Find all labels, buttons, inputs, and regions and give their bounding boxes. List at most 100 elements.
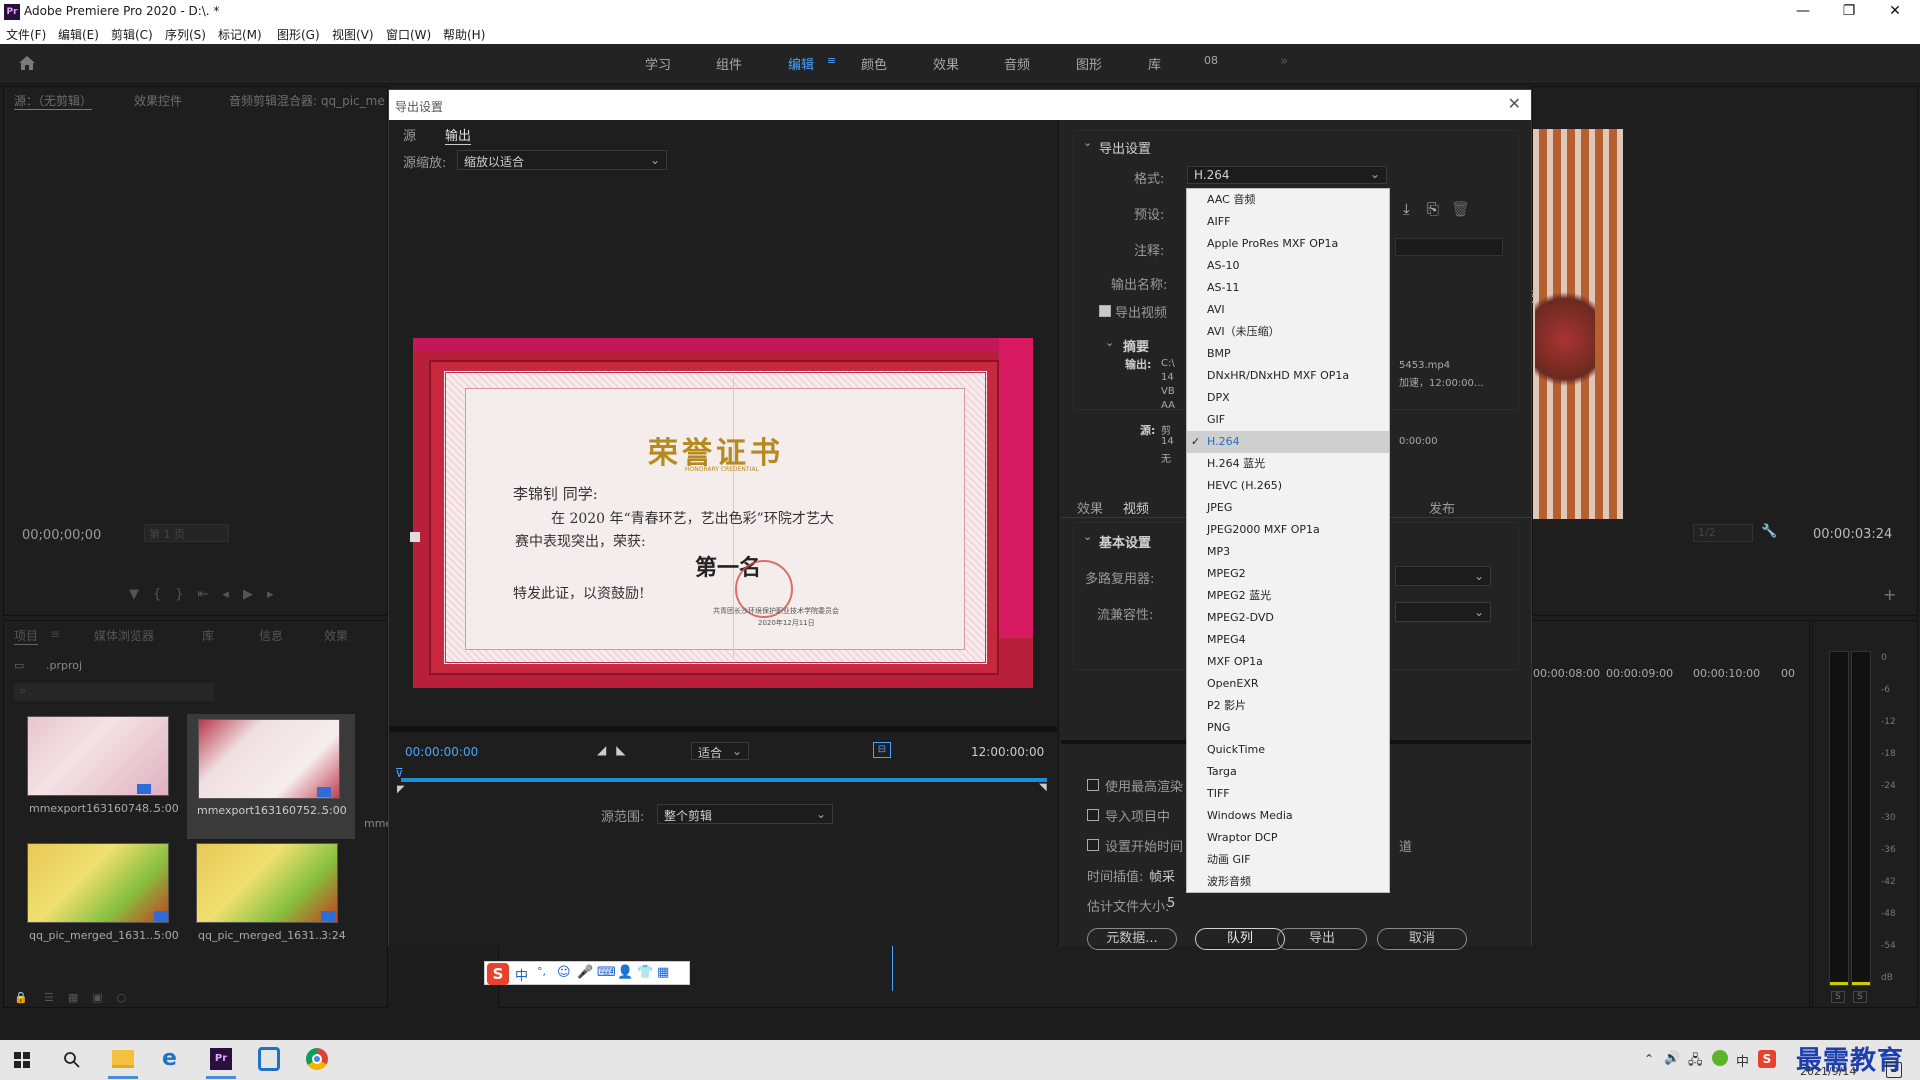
- comment-input[interactable]: [1395, 238, 1503, 256]
- chrome-icon[interactable]: [306, 1048, 328, 1070]
- project-search-input[interactable]: ⌕: [14, 683, 214, 701]
- format-dropdown[interactable]: H.264 ⌄: [1187, 166, 1387, 184]
- multiplexer-dropdown[interactable]: ⌄: [1395, 566, 1491, 586]
- wrench-icon[interactable]: 🔧: [1761, 524, 1777, 539]
- tab-dialog-output[interactable]: 输出: [445, 125, 472, 145]
- playhead[interactable]: [892, 946, 893, 991]
- toolbox-icon[interactable]: ▦: [657, 965, 669, 980]
- range-start-handle[interactable]: ⊽: [395, 766, 404, 780]
- chevron-down-icon[interactable]: ⌄: [1083, 136, 1092, 149]
- use-max-render-checkbox[interactable]: [1087, 779, 1099, 791]
- microphone-icon[interactable]: 🎤: [577, 965, 593, 980]
- close-window-button[interactable]: ✕: [1872, 0, 1918, 24]
- tab-info[interactable]: 信息: [259, 627, 283, 644]
- format-option-as10[interactable]: AS-10: [1187, 255, 1389, 277]
- tab-project[interactable]: 项目: [14, 627, 39, 645]
- search-icon[interactable]: [64, 1052, 80, 1068]
- queue-button[interactable]: 队列: [1195, 928, 1285, 950]
- format-option-mxf-op1a[interactable]: MXF OP1a: [1187, 651, 1389, 673]
- tab-dialog-source[interactable]: 源: [403, 125, 416, 144]
- workspace-effects[interactable]: 效果: [933, 54, 959, 73]
- format-option-avi[interactable]: AVI: [1187, 299, 1389, 321]
- tab-media-browser[interactable]: 媒体浏览器: [94, 627, 154, 644]
- delete-preset-icon[interactable]: 🗑: [1451, 200, 1470, 218]
- time-interp-value[interactable]: 帧采: [1149, 866, 1175, 885]
- format-option-openexr[interactable]: OpenEXR: [1187, 673, 1389, 695]
- format-option-aac[interactable]: AAC 音频: [1187, 189, 1389, 211]
- format-option-as11[interactable]: AS-11: [1187, 277, 1389, 299]
- clip-item[interactable]: mmexport163160748... 5:00: [24, 716, 179, 826]
- format-option-h264[interactable]: ✓ H.264: [1187, 431, 1389, 453]
- export-in-timecode[interactable]: 00:00:00:00: [405, 745, 478, 759]
- menu-file[interactable]: 文件(F): [6, 26, 46, 43]
- aspect-ratio-icon[interactable]: ⊟: [873, 742, 891, 758]
- menu-marker[interactable]: 标记(M): [218, 26, 262, 43]
- clip-item-selected[interactable]: mmexport163160752... 5:00: [187, 714, 355, 839]
- set-start-timecode-checkbox[interactable]: [1087, 839, 1099, 851]
- menu-edit[interactable]: 编辑(E): [58, 26, 99, 43]
- workspace-08[interactable]: 08: [1204, 54, 1218, 67]
- tab-video[interactable]: 视频: [1123, 498, 1149, 517]
- range-end-handle[interactable]: ◥: [1039, 782, 1047, 793]
- page-dropdown[interactable]: 第 1 页: [144, 524, 229, 542]
- volume-icon[interactable]: 🔊: [1664, 1051, 1680, 1066]
- premiere-taskbar-icon[interactable]: Pr: [210, 1048, 232, 1070]
- format-option-dpx[interactable]: DPX: [1187, 387, 1389, 409]
- program-timecode[interactable]: 00:00:03:24: [1813, 527, 1892, 542]
- tab-audio-clip-mixer[interactable]: 音频剪辑混合器: qq_pic_me: [229, 92, 385, 109]
- workspace-graphics[interactable]: 图形: [1076, 54, 1102, 73]
- tab-effects[interactable]: 效果: [324, 627, 348, 644]
- menu-help[interactable]: 帮助(H): [443, 26, 485, 43]
- tab-publish[interactable]: 发布: [1429, 498, 1455, 517]
- format-option-wraptor-dcp[interactable]: Wraptor DCP: [1187, 827, 1389, 849]
- stream-compat-dropdown[interactable]: ⌄: [1395, 602, 1491, 622]
- format-option-mpeg2[interactable]: MPEG2: [1187, 563, 1389, 585]
- format-option-quicktime[interactable]: QuickTime: [1187, 739, 1389, 761]
- network-icon[interactable]: 🖧: [1688, 1051, 1703, 1073]
- format-option-hevc[interactable]: HEVC (H.265): [1187, 475, 1389, 497]
- tab-libraries[interactable]: 库: [202, 627, 214, 644]
- format-option-mpeg2-dvd[interactable]: MPEG2-DVD: [1187, 607, 1389, 629]
- workspace-overflow-button[interactable]: »: [1280, 54, 1288, 69]
- ime-tray-icon[interactable]: 中: [1736, 1051, 1749, 1070]
- home-icon[interactable]: [18, 55, 36, 71]
- skin-icon[interactable]: 👕: [637, 965, 653, 980]
- set-in-out-buttons[interactable]: ◢◣: [597, 743, 635, 757]
- tab-menu-icon[interactable]: ≡: [50, 627, 60, 641]
- tab-effects[interactable]: 效果: [1077, 498, 1103, 517]
- source-timecode[interactable]: 00;00;00;00: [22, 528, 101, 543]
- format-option-avi-uncompressed[interactable]: AVI（未压缩）: [1187, 321, 1389, 343]
- tablet-app-icon[interactable]: [258, 1047, 280, 1071]
- user-icon[interactable]: 👤: [617, 965, 633, 980]
- range-start-marker[interactable]: ◤: [397, 784, 405, 795]
- format-option-windows-media[interactable]: Windows Media: [1187, 805, 1389, 827]
- format-option-aiff[interactable]: AIFF: [1187, 211, 1389, 233]
- import-into-project-checkbox[interactable]: [1087, 809, 1099, 821]
- crop-handle[interactable]: [410, 532, 420, 542]
- menu-sequence[interactable]: 序列(S): [165, 26, 206, 43]
- solo-right-button[interactable]: S: [1853, 991, 1867, 1003]
- format-option-png[interactable]: PNG: [1187, 717, 1389, 739]
- format-option-bmp[interactable]: BMP: [1187, 343, 1389, 365]
- windows-start-icon[interactable]: [14, 1052, 30, 1068]
- metadata-button[interactable]: 元数据...: [1087, 928, 1177, 950]
- add-button[interactable]: +: [1883, 585, 1896, 604]
- format-option-jpeg2000[interactable]: JPEG2000 MXF OP1a: [1187, 519, 1389, 541]
- workspace-color[interactable]: 颜色: [861, 54, 887, 73]
- workspace-learn[interactable]: 学习: [645, 54, 671, 73]
- format-option-p2[interactable]: P2 影片: [1187, 695, 1389, 717]
- tab-effect-controls[interactable]: 效果控件: [134, 92, 182, 109]
- workspace-editing[interactable]: 编辑: [788, 54, 814, 73]
- minimize-button[interactable]: —: [1780, 0, 1826, 24]
- resolution-dropdown[interactable]: 1/2: [1693, 524, 1753, 542]
- export-button[interactable]: 导出: [1277, 928, 1367, 950]
- source-scale-dropdown[interactable]: 缩放以适合 ⌄: [457, 150, 667, 170]
- import-preset-icon[interactable]: ⎘: [1427, 200, 1439, 218]
- chevron-down-icon[interactable]: ⌄: [1105, 336, 1114, 349]
- emoji-icon[interactable]: ☺: [557, 965, 571, 980]
- menu-clip[interactable]: 剪辑(C): [111, 26, 153, 43]
- tab-source[interactable]: 源：（无剪辑）: [14, 92, 93, 110]
- format-option-waveform-audio[interactable]: 波形音频: [1187, 871, 1389, 893]
- menu-view[interactable]: 视图(V): [332, 26, 374, 43]
- format-option-mpeg2-bluray[interactable]: MPEG2 蓝光: [1187, 585, 1389, 607]
